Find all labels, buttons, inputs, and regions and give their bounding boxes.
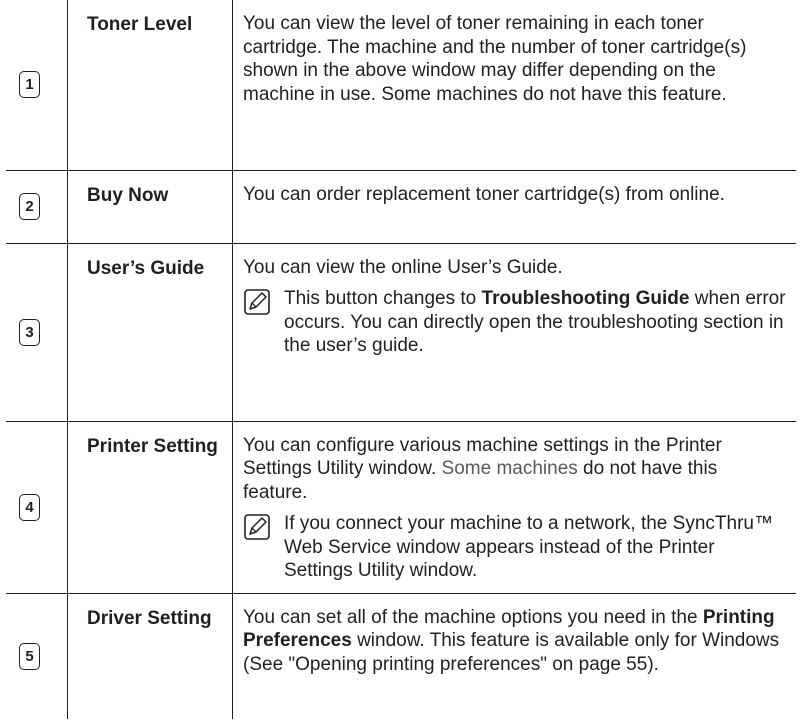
table-row: 3 User’s Guide You can view the online U… bbox=[6, 242, 796, 422]
note-block: If you connect your machine to a network… bbox=[243, 512, 786, 583]
feature-name: Printer Setting bbox=[87, 435, 218, 457]
note-pencil-icon bbox=[244, 514, 270, 540]
table-row: 4 Printer Setting You can configure vari… bbox=[6, 420, 796, 594]
feature-name: User’s Guide bbox=[87, 257, 205, 279]
table-row: 1 Toner Level You can view the level of … bbox=[6, 0, 796, 171]
table-row: 2 Buy Now You can order replacement tone… bbox=[6, 169, 796, 244]
feature-description: You can configure various machine settin… bbox=[243, 434, 722, 503]
feature-description: You can view the level of toner remainin… bbox=[243, 13, 747, 105]
feature-description: You can order replacement toner cartridg… bbox=[243, 183, 725, 205]
note-block: This button changes to Troubleshooting G… bbox=[243, 287, 786, 358]
note-pencil-icon bbox=[244, 289, 270, 315]
row-number-badge: 1 bbox=[19, 71, 40, 99]
row-number-badge: 5 bbox=[19, 642, 40, 670]
feature-description: You can view the online User’s Guide. bbox=[243, 256, 563, 278]
feature-name: Toner Level bbox=[87, 14, 193, 35]
table-row: 5 Driver Setting You can set all of the … bbox=[6, 592, 796, 719]
feature-name: Buy Now bbox=[87, 184, 169, 206]
feature-description: You can set all of the machine options y… bbox=[243, 606, 780, 675]
feature-table: 1 Toner Level You can view the level of … bbox=[6, 0, 796, 719]
row-number-badge: 4 bbox=[19, 493, 40, 521]
note-text: This button changes to Troubleshooting G… bbox=[284, 288, 786, 356]
row-number-badge: 3 bbox=[19, 318, 40, 346]
row-number-badge: 2 bbox=[19, 193, 40, 220]
note-text: If you connect your machine to a network… bbox=[284, 513, 773, 581]
feature-name: Driver Setting bbox=[87, 607, 212, 629]
